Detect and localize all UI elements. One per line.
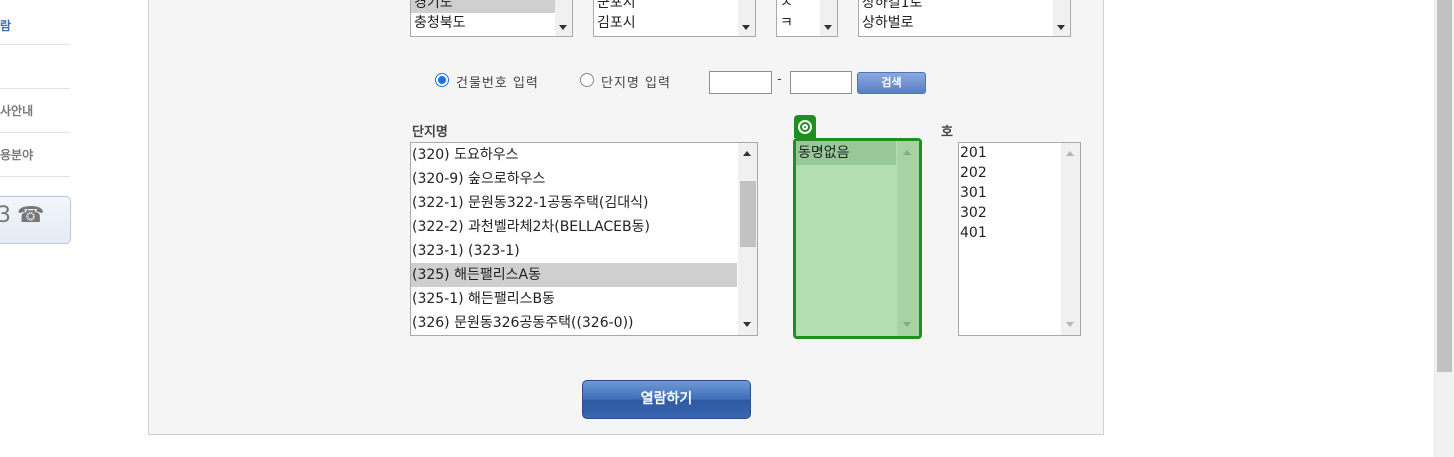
ho-list-item[interactable]: 301 [959,183,1060,203]
sigungu-option[interactable]: 김포시 [594,13,755,33]
target-icon [794,115,816,138]
select-scrollbar[interactable] [820,0,837,36]
chevron-down-icon [824,25,832,30]
sidebar-divider [0,44,70,45]
complex-listbox[interactable]: (320) 도요하우스 (320-9) 숲으로하우스 (322-1) 문원동32… [410,142,758,336]
ho-list-item[interactable]: 401 [959,223,1060,243]
sido-select[interactable]: 경기도 충청북도 [410,0,573,37]
complex-list-item-selected[interactable]: (325) 해든팰리스A동 [411,263,737,287]
building-number-radio[interactable] [435,73,449,87]
ho-scrollbar[interactable] [1061,143,1080,335]
ho-list-item[interactable]: 202 [959,163,1060,183]
sido-option[interactable]: 충청북도 [411,13,572,33]
complex-list-item[interactable]: (325-1) 해든팰리스B동 [411,287,737,311]
initial-select[interactable]: ㅅ ㅋ [776,0,838,37]
complex-list-item[interactable]: (323-1) (323-1) [411,239,737,263]
complex-list-item[interactable]: (320) 도요하우스 [411,143,737,167]
target-center [802,124,808,130]
complex-heading: 단지명 [412,125,448,140]
complex-name-label[interactable]: 단지명 입력 [601,72,671,91]
complex-scrollbar[interactable] [738,143,757,335]
dong-list-item-selected[interactable]: 동명없음 [796,141,896,165]
number-separator: - [777,72,782,87]
chevron-down-icon [742,25,750,30]
complex-list-item[interactable]: (322-2) 과천벨라체2차(BELLACEB동) [411,215,737,239]
sidebar-divider [0,132,70,133]
view-button[interactable]: 열람하기 [582,380,751,419]
scroll-down-icon[interactable] [903,322,911,327]
scroll-down-icon[interactable] [743,322,751,327]
sidebar-divider [0,176,70,177]
sidebar-item-usage[interactable]: 용분야 [0,146,33,163]
road-select[interactable]: 상하길1로 상하벌로 [858,0,1071,37]
sidebar-divider [0,88,70,89]
ho-list-item[interactable]: 302 [959,203,1060,223]
scroll-up-icon[interactable] [743,151,751,156]
partial-icon: 3 [0,203,11,228]
select-scrollbar[interactable] [555,0,572,36]
telephone-icon: ☎ [17,203,45,228]
complex-list-item[interactable]: (326) 문원동326공동주택((326-0)) [411,311,737,335]
ho-heading: 호 [941,125,953,140]
chevron-down-icon [559,25,567,30]
building-main-number-input[interactable] [709,71,772,94]
page: 람 사안내 용분야 3 ☎ 경기도 충청북도 군포시 김포시 ㅅ ㅋ 상하길1로… [0,0,1454,457]
chevron-down-icon [1057,25,1065,30]
dong-scrollbar[interactable] [897,141,919,336]
complex-list-item[interactable]: (320-9) 숲으로하우스 [411,167,737,191]
select-scrollbar[interactable] [738,0,755,36]
dong-listbox[interactable]: 동명없음 [793,138,922,339]
ho-list: 201 202 301 302 401 [959,143,1060,243]
complex-list-item[interactable]: (322-1) 문원동322-1공동주택(김대식) [411,191,737,215]
road-option[interactable]: 상하길1로 [859,0,1070,13]
sigungu-option[interactable]: 군포시 [594,0,755,13]
sido-option[interactable]: 경기도 [411,0,572,13]
scroll-up-icon[interactable] [903,150,911,155]
sigungu-select[interactable]: 군포시 김포시 [593,0,756,37]
page-scrollbar[interactable] [1434,0,1454,457]
ho-listbox[interactable]: 201 202 301 302 401 [958,142,1081,336]
scroll-up-icon[interactable] [1066,151,1074,156]
sidebar-item-guide[interactable]: 사안내 [0,102,33,119]
contact-banner[interactable]: 3 ☎ [0,196,71,244]
complex-name-radio[interactable] [580,73,594,87]
search-button[interactable]: 검색 [857,72,926,94]
ho-list-item[interactable]: 201 [959,143,1060,163]
road-option[interactable]: 상하벌로 [859,13,1070,33]
building-number-label[interactable]: 건물번호 입력 [456,72,539,91]
select-scrollbar[interactable] [1053,0,1070,36]
scroll-down-icon[interactable] [1066,322,1074,327]
building-sub-number-input[interactable] [790,71,852,94]
sidebar-item-active[interactable]: 람 [0,17,11,34]
page-scroll-thumb[interactable] [1437,0,1452,372]
complex-list: (320) 도요하우스 (320-9) 숲으로하우스 (322-1) 문원동32… [411,143,737,335]
scroll-thumb[interactable] [740,181,756,247]
